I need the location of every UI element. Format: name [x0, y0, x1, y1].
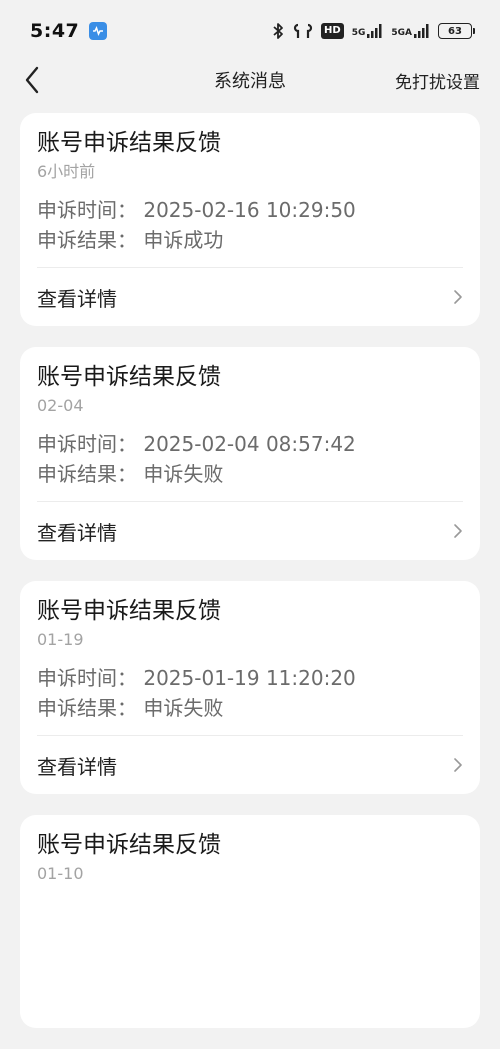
message-card: 账号申诉结果反馈 01-19 申诉时间： 2025-01-19 11:20:20…: [20, 581, 480, 794]
do-not-disturb-settings-button[interactable]: 免打扰设置: [395, 68, 480, 93]
status-bar: 5:47 HD 5G 5GA 63: [0, 0, 500, 62]
message-time: 6小时前: [37, 162, 96, 181]
cellular-signal-2: 5GA: [391, 24, 430, 38]
view-details-label: 查看详情: [37, 286, 117, 311]
battery-icon: 63: [438, 23, 475, 39]
status-icons: HD 5G 5GA 63: [271, 22, 475, 40]
signal-bars-icon: [367, 24, 382, 38]
message-card: 账号申诉结果反馈 01-10: [20, 815, 480, 1028]
appeal-time: 申诉时间： 2025-02-04 08:57:42: [37, 432, 356, 456]
appeal-result: 申诉结果： 申诉失败: [37, 462, 224, 486]
message-time: 01-19: [37, 630, 84, 649]
message-title: 账号申诉结果反馈: [37, 832, 221, 858]
message-time: 01-10: [37, 864, 84, 883]
signal-bars-icon: [414, 24, 429, 38]
view-details-button[interactable]: 查看详情: [37, 268, 463, 326]
battery-level: 63: [448, 25, 462, 37]
view-details-button[interactable]: 查看详情: [37, 502, 463, 560]
cellular-signal-1: 5G: [352, 24, 384, 38]
message-list: 账号申诉结果反馈 6小时前 申诉时间： 2025-02-16 10:29:50 …: [20, 113, 480, 1049]
status-time: 5:47: [30, 20, 80, 42]
navigation-bar: 系统消息 免打扰设置: [0, 58, 500, 102]
message-time: 02-04: [37, 396, 84, 415]
appeal-time: 申诉时间： 2025-02-16 10:29:50: [37, 198, 356, 222]
view-details-button[interactable]: 查看详情: [37, 736, 463, 794]
appeal-result: 申诉结果： 申诉失败: [37, 696, 224, 720]
message-title: 账号申诉结果反馈: [37, 364, 221, 390]
network-type-label: 5GA: [391, 28, 412, 38]
network-type-label: 5G: [351, 28, 366, 38]
appeal-time: 申诉时间： 2025-01-19 11:20:20: [37, 666, 356, 690]
bluetooth-icon: [271, 22, 285, 40]
view-details-label: 查看详情: [37, 754, 117, 779]
message-title: 账号申诉结果反馈: [37, 130, 221, 156]
message-title: 账号申诉结果反馈: [37, 598, 221, 624]
earbuds-icon: [293, 22, 313, 40]
chevron-right-icon: [453, 289, 463, 305]
view-details-label: 查看详情: [37, 520, 117, 545]
chevron-right-icon: [453, 757, 463, 773]
message-card: 账号申诉结果反馈 6小时前 申诉时间： 2025-02-16 10:29:50 …: [20, 113, 480, 326]
appeal-result: 申诉结果： 申诉成功: [37, 228, 224, 252]
app-notification-icon: [89, 22, 108, 40]
hd-voice-badge: HD: [321, 23, 344, 39]
chevron-right-icon: [453, 523, 463, 539]
message-card: 账号申诉结果反馈 02-04 申诉时间： 2025-02-04 08:57:42…: [20, 347, 480, 560]
